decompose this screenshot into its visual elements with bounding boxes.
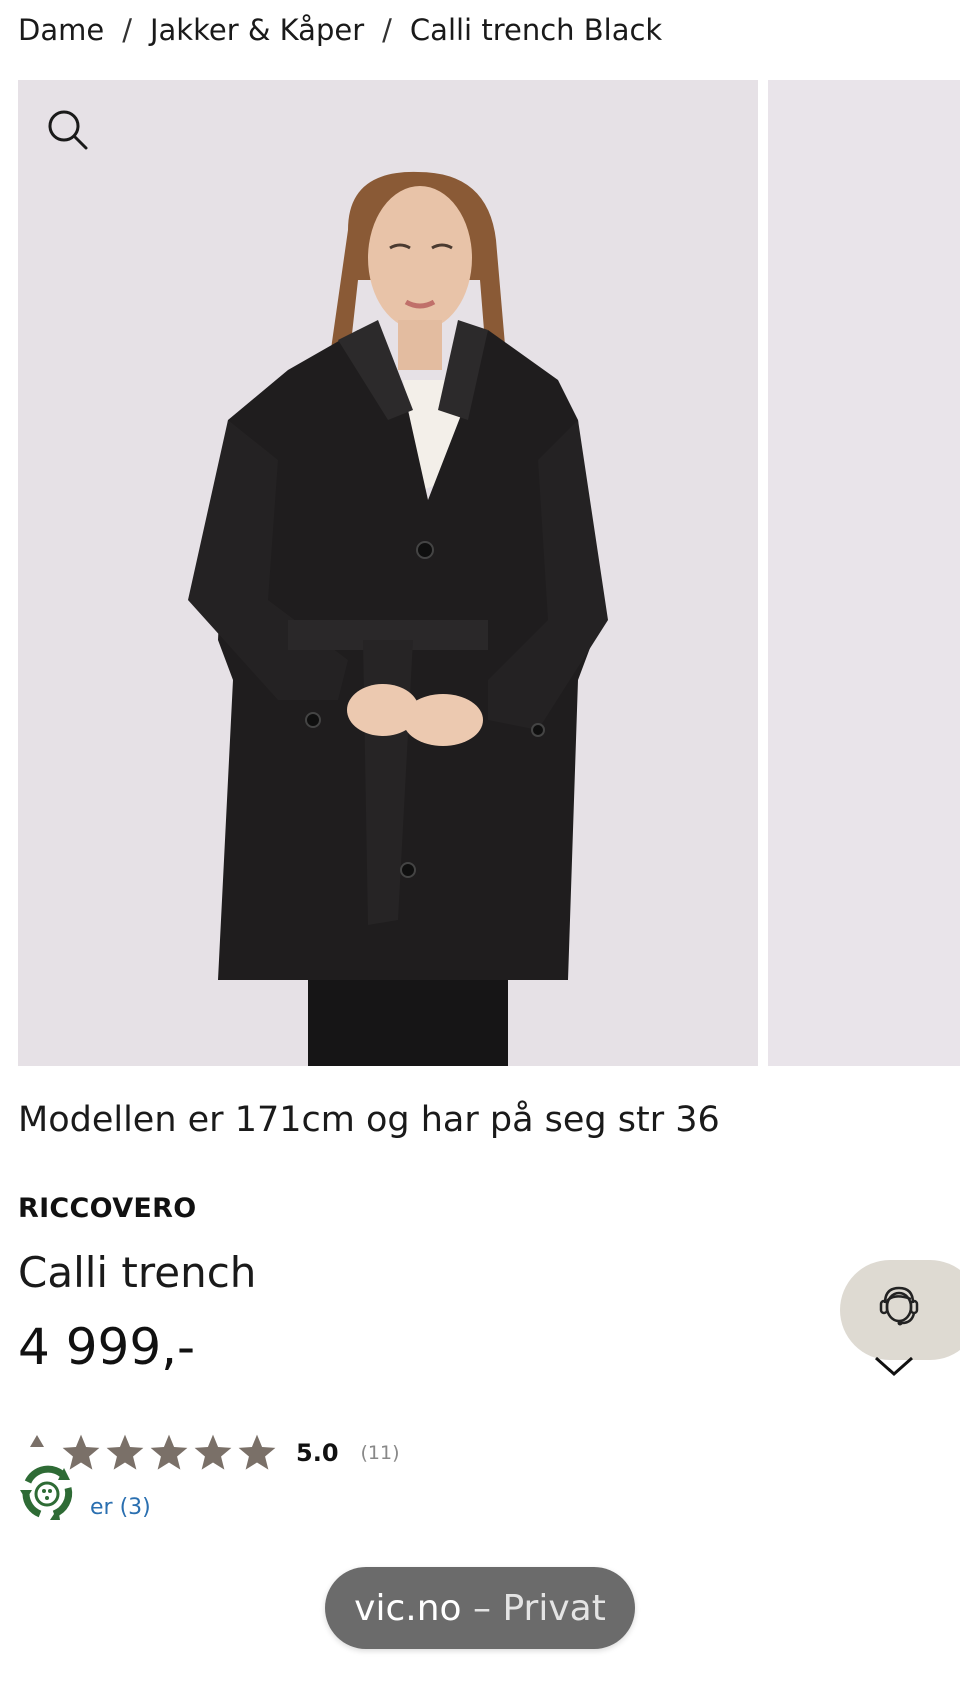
url-domain: vic.no <box>354 1587 462 1629</box>
rating-count: (11) <box>360 1442 400 1464</box>
product-price: 4 999,- <box>18 1318 196 1376</box>
star-icon <box>104 1432 146 1474</box>
star-icon <box>192 1432 234 1474</box>
star-icon <box>148 1432 190 1474</box>
url-separator: – <box>461 1587 503 1629</box>
search-icon[interactable] <box>44 106 92 154</box>
browser-url-pill[interactable]: vic.no – Privat <box>325 1567 635 1649</box>
rating-stars <box>60 1432 278 1474</box>
product-image-next[interactable] <box>768 80 960 1066</box>
breadcrumb-item-current: Calli trench Black <box>409 13 663 47</box>
product-gallery[interactable] <box>18 80 960 1066</box>
breadcrumb-item-dame[interactable]: Dame <box>18 13 104 47</box>
product-image-main[interactable] <box>18 80 758 1066</box>
product-page: Dame / Jakker & Kåper / Calli trench Bla… <box>0 0 960 1681</box>
product-rating[interactable]: 5.0 (11) <box>60 1430 400 1476</box>
breadcrumb-separator: / <box>382 13 392 47</box>
recycle-badge-icon[interactable] <box>14 1460 80 1526</box>
model-info: Modellen er 171cm og har på seg str 36 <box>18 1100 720 1140</box>
product-title: Calli trench <box>18 1248 257 1297</box>
customer-support-button[interactable] <box>840 1260 960 1360</box>
breadcrumb: Dame / Jakker & Kåper / Calli trench Bla… <box>18 10 662 50</box>
reviews-link[interactable]: er (3) <box>90 1495 150 1520</box>
brand-name[interactable]: RICCOVERO <box>18 1193 196 1224</box>
breadcrumb-separator: / <box>122 13 132 47</box>
model-photo <box>18 80 758 1066</box>
chevron-down-icon[interactable] <box>872 1350 916 1380</box>
rating-value: 5.0 <box>296 1439 339 1467</box>
breadcrumb-item-jakker-kaper[interactable]: Jakker & Kåper <box>150 13 364 47</box>
url-mode: Privat <box>502 1587 606 1629</box>
star-icon <box>236 1432 278 1474</box>
caret-up-icon <box>30 1432 44 1447</box>
support-agent-icon <box>876 1283 922 1337</box>
